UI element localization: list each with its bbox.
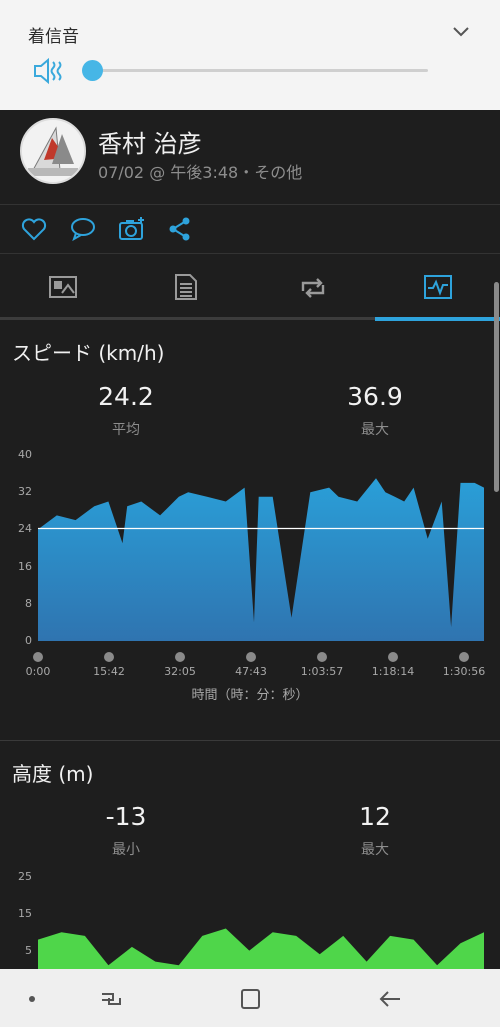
series-area [38, 928, 484, 969]
altitude-max-label: 最大 [361, 842, 389, 858]
x-tick-dot[interactable] [317, 652, 327, 662]
recents-icon[interactable] [97, 985, 125, 1013]
speed-average-value: 24.2 [98, 382, 154, 411]
y-tick-label: 0 [25, 634, 32, 647]
x-tick-label: 32:05 [164, 665, 196, 678]
back-icon[interactable] [376, 985, 404, 1013]
dot-icon [29, 996, 35, 1002]
x-tick-dot[interactable] [175, 652, 185, 662]
camera-add-icon[interactable] [118, 215, 146, 243]
y-tick-label: 24 [18, 522, 32, 536]
x-tick-dot[interactable] [33, 652, 43, 662]
chevron-down-icon[interactable] [452, 26, 470, 38]
x-tick-dot[interactable] [388, 652, 398, 662]
x-tick-label: 1:03:57 [300, 665, 344, 678]
altitude-max-value: 12 [359, 802, 391, 831]
altitude-min-value: -13 [105, 802, 147, 831]
home-icon[interactable] [236, 985, 264, 1013]
x-tick-label: 0:00 [25, 665, 51, 678]
x-tick-dot[interactable] [104, 652, 114, 662]
series-area [38, 478, 484, 641]
user-name[interactable]: 香村 治彦 [98, 124, 202, 159]
x-tick-label: 1:18:14 [371, 665, 415, 678]
speed-max-value: 36.9 [347, 382, 403, 411]
volume-slider-track[interactable] [92, 69, 428, 72]
speed-average-label: 平均 [112, 422, 140, 438]
laps-icon [301, 278, 325, 298]
speed-x-axis-title: 時間（時：分：秒） [191, 688, 309, 703]
details-list-icon [175, 274, 197, 300]
volume-panel-title: 着信音 [28, 27, 79, 47]
tab-overview[interactable] [0, 254, 125, 320]
x-tick-label: 15:42 [93, 665, 125, 678]
system-nav-bar [0, 969, 500, 1027]
altitude-section-title: 高度 (m) [12, 762, 94, 786]
tab-charts[interactable] [375, 254, 500, 320]
x-tick-label: 1:30:56 [442, 665, 486, 678]
tab-laps[interactable] [250, 254, 375, 320]
avatar[interactable] [20, 118, 86, 184]
speed-chart [38, 478, 484, 641]
y-tick-label: 16 [18, 559, 32, 573]
section-divider [0, 740, 500, 741]
activity-header: 香村 治彦 07/02 @ 午後3:48・その他 [0, 110, 500, 205]
heart-icon[interactable] [20, 215, 48, 243]
y-tick-label: 8 [25, 596, 32, 610]
speed-max-label: 最大 [361, 422, 389, 438]
overview-icon [49, 276, 77, 298]
share-icon[interactable] [166, 215, 194, 243]
y-tick-label: 5 [25, 943, 32, 957]
speed-section-title: スピード (km/h) [12, 341, 165, 365]
speaker-muted-icon[interactable] [32, 57, 64, 85]
tab-bar [0, 254, 500, 320]
x-tick-dot[interactable] [246, 652, 256, 662]
volume-panel: 着信音 [0, 0, 500, 110]
altitude-chart [38, 928, 484, 969]
tab-selected-indicator [375, 317, 500, 321]
y-tick-label: 32 [18, 485, 32, 499]
y-tick-label: 15 [18, 906, 32, 920]
y-tick-label: 25 [18, 870, 32, 883]
activity-meta: 07/02 @ 午後3:48・その他 [98, 163, 303, 182]
volume-slider-thumb[interactable] [82, 60, 103, 81]
chart-icon [424, 275, 452, 299]
x-tick-dot[interactable] [459, 652, 469, 662]
x-tick-label: 47:43 [235, 665, 267, 678]
comment-icon[interactable] [69, 215, 97, 243]
altitude-min-label: 最小 [112, 842, 140, 858]
y-tick-label: 40 [18, 448, 32, 461]
action-bar [0, 205, 500, 254]
tab-details[interactable] [125, 254, 250, 320]
scrollbar[interactable] [494, 282, 499, 492]
